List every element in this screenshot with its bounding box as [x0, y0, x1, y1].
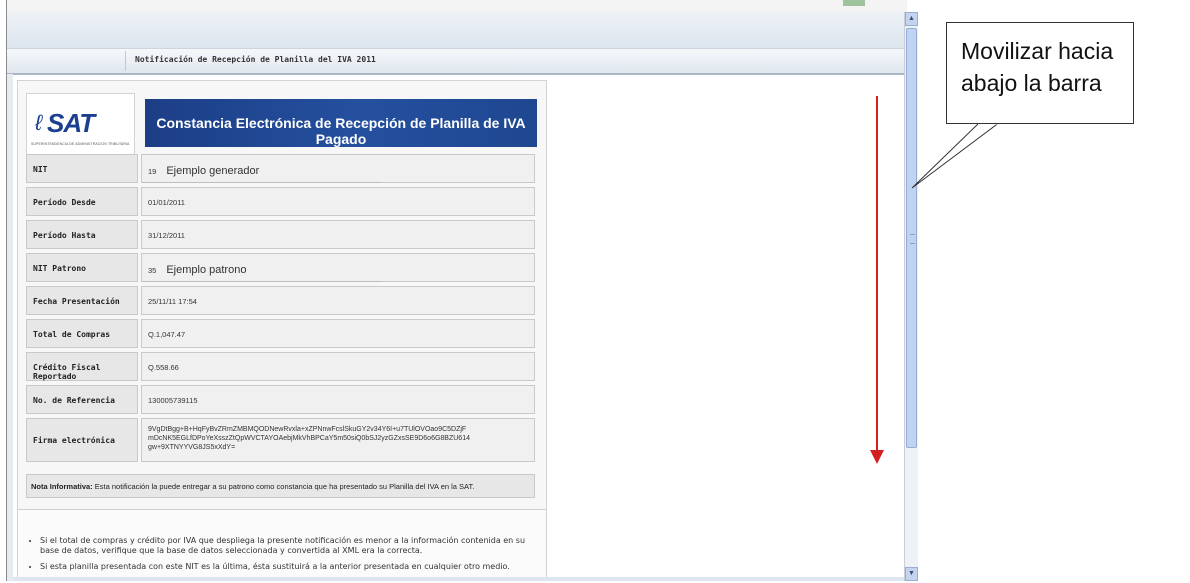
constancia-card: ℓ SAT SUPERINTENDENCIA DE ADMINISTRACION…: [17, 80, 547, 583]
field-label: NIT Patrono: [26, 253, 138, 282]
field-label: No. de Referencia: [26, 385, 138, 414]
field-value: 35 Ejemplo patrono: [141, 253, 535, 282]
page-title-bar: Notificación de Recepción de Planilla de…: [7, 48, 907, 75]
callout-text: Movilizar hacia abajo la barra: [961, 35, 1113, 99]
field-label: Crédito Fiscal Reportado: [26, 352, 138, 381]
field-value-prefix: 19: [148, 167, 157, 176]
callout-line-1: Movilizar hacia: [961, 38, 1114, 64]
notes-section: Si el total de compras y crédito por IVA…: [18, 509, 546, 583]
field-value: Q.558.66: [141, 352, 535, 381]
field-value: 01/01/2011: [141, 187, 535, 216]
title-separator: [125, 51, 126, 71]
scrollbar-thumb[interactable]: [906, 28, 917, 448]
down-arrow-shaft: [876, 96, 878, 450]
field-label: Período Desde: [26, 187, 138, 216]
field-row-periodo-hasta: Período Hasta 31/12/2011: [26, 220, 535, 249]
field-value: 25/11/11 17:54: [141, 286, 535, 315]
bottom-border: [13, 577, 911, 581]
nota-informativa: Nota Informativa: Esta notificación la p…: [26, 474, 535, 498]
field-value: 130005739115: [141, 385, 535, 414]
firma-value: 9VgDtBgg+B+HqFyBvZRmZMBMQODNewRvxla+xZPN…: [141, 418, 535, 462]
field-row-nit-patrono: NIT Patrono 35 Ejemplo patrono: [26, 253, 535, 282]
field-row-fecha-presentacion: Fecha Presentación 25/11/11 17:54: [26, 286, 535, 315]
banner-title: Constancia Electrónica de Recepción de P…: [156, 115, 526, 147]
field-row-credito-fiscal: Crédito Fiscal Reportado Q.558.66: [26, 352, 535, 381]
field-label: NIT: [26, 154, 138, 183]
field-label: Fecha Presentación: [26, 286, 138, 315]
callout-box: Movilizar hacia abajo la barra: [946, 22, 1134, 124]
field-value-text: Ejemplo generador: [166, 165, 260, 177]
field-underline: [142, 182, 382, 183]
field-value-prefix: 35: [148, 266, 157, 275]
top-strip-indicator: [843, 0, 865, 6]
page-title: Notificación de Recepción de Planilla de…: [135, 55, 376, 64]
list-item: Si el total de compras y crédito por IVA…: [40, 536, 530, 556]
down-arrow-icon: [870, 450, 884, 464]
field-value-text: Ejemplo patrono: [166, 264, 247, 276]
vertical-scrollbar[interactable]: ▲ ▼: [904, 12, 918, 581]
scrollbar-grip-icon: [910, 234, 915, 244]
field-label: Firma electrónica: [26, 418, 138, 462]
page-header-band: [7, 12, 907, 48]
callout-pointer: [911, 121, 1002, 189]
field-value: 31/12/2011: [141, 220, 535, 249]
scroll-down-button[interactable]: ▼: [905, 567, 918, 581]
notes-list: Si el total de compras y crédito por IVA…: [18, 536, 530, 578]
sat-logo: ℓ SAT SUPERINTENDENCIA DE ADMINISTRACION…: [26, 93, 135, 157]
nota-text: Esta notificación la puede entregar a su…: [92, 482, 475, 491]
sat-logo-swirl-icon: ℓ: [35, 110, 43, 135]
scroll-up-button[interactable]: ▲: [905, 12, 918, 26]
nota-label: Nota Informativa:: [31, 482, 93, 491]
left-margin: [7, 74, 13, 581]
field-row-firma-electronica: Firma electrónica 9VgDtBgg+B+HqFyBvZRmZM…: [26, 418, 535, 462]
field-label: Total de Compras: [26, 319, 138, 348]
field-row-total-compras: Total de Compras Q.1,047.47: [26, 319, 535, 348]
field-row-no-referencia: No. de Referencia 130005739115: [26, 385, 535, 414]
sat-logo-text: SAT: [47, 108, 95, 138]
field-row-periodo-desde: Período Desde 01/01/2011: [26, 187, 535, 216]
sat-logo-tagline: SUPERINTENDENCIA DE ADMINISTRACION TRIBU…: [31, 142, 130, 146]
field-label: Período Hasta: [26, 220, 138, 249]
field-value: Q.1,047.47: [141, 319, 535, 348]
field-underline: [142, 281, 382, 282]
field-value: 19 Ejemplo generador: [141, 154, 535, 183]
field-row-nit: NIT 19 Ejemplo generador: [26, 154, 535, 183]
callout-line-2: abajo la barra: [961, 70, 1102, 96]
constancia-banner: Constancia Electrónica de Recepción de P…: [145, 99, 537, 147]
list-item: Si esta planilla presentada con este NIT…: [40, 562, 530, 572]
browser-content-frame: Notificación de Recepción de Planilla de…: [6, 0, 916, 583]
